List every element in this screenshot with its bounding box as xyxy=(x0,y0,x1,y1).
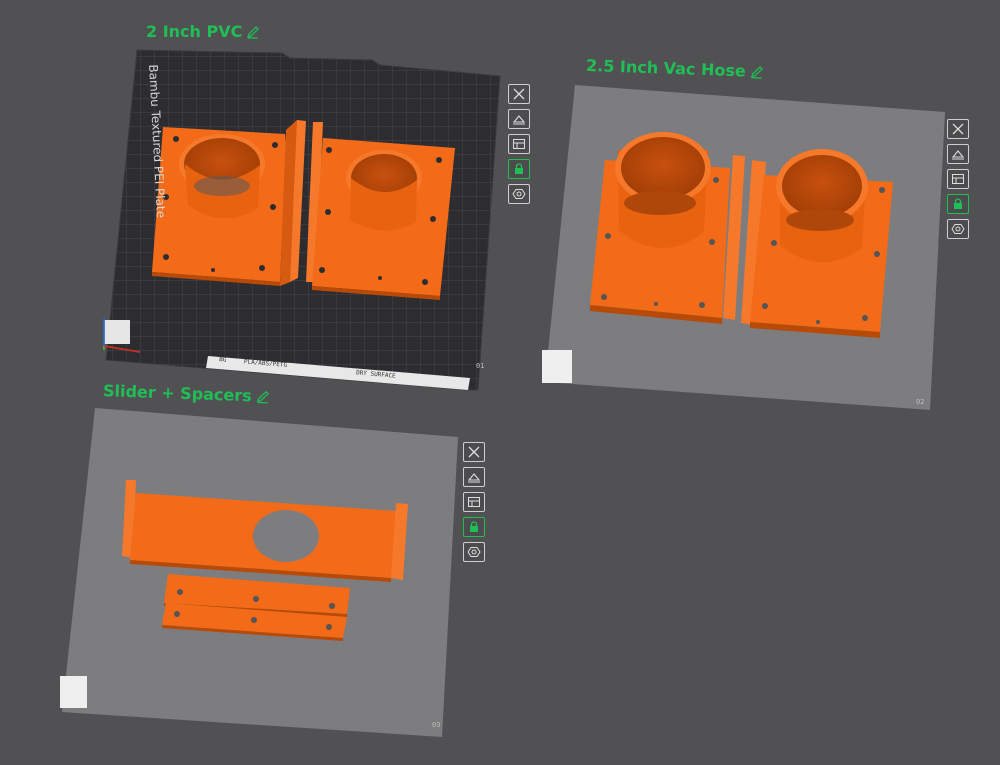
plate-1-number: 01 xyxy=(476,362,485,370)
part-flange-right-1[interactable] xyxy=(306,122,455,300)
edit-pencil-icon[interactable] xyxy=(750,64,764,79)
lock-plate-button[interactable] xyxy=(463,517,485,537)
plate-1[interactable] xyxy=(103,49,501,391)
arrange-icon xyxy=(952,174,964,184)
arrange-icon xyxy=(513,139,525,149)
lock-icon xyxy=(515,163,523,174)
lock-plate-button[interactable] xyxy=(508,159,530,179)
arrange-button[interactable] xyxy=(463,492,485,512)
close-x-icon xyxy=(513,88,525,100)
settings-icon xyxy=(467,547,481,557)
plate-2[interactable] xyxy=(542,85,945,410)
plate-2-number: 02 xyxy=(916,398,925,406)
close-x-icon xyxy=(952,123,964,135)
auto-orient-icon xyxy=(467,473,481,483)
edit-pencil-icon[interactable] xyxy=(246,25,260,39)
settings-icon xyxy=(512,189,526,199)
plate-settings-button[interactable] xyxy=(947,219,969,239)
plate-3-toolbar xyxy=(463,442,485,562)
remove-plate-button[interactable] xyxy=(463,442,485,462)
auto-orient-button[interactable] xyxy=(947,144,969,164)
plate-1-toolbar xyxy=(508,84,530,204)
auto-orient-button[interactable] xyxy=(508,109,530,129)
arrange-button[interactable] xyxy=(947,169,969,189)
bed-strip-code: BG xyxy=(218,356,227,364)
arrange-icon xyxy=(468,497,480,507)
settings-icon xyxy=(951,224,965,234)
auto-orient-icon xyxy=(951,150,965,160)
origin-marker xyxy=(60,676,87,708)
remove-plate-button[interactable] xyxy=(508,84,530,104)
plate-3-number: 03 xyxy=(432,721,441,729)
edit-pencil-icon[interactable] xyxy=(255,389,269,403)
plate-settings-button[interactable] xyxy=(463,542,485,562)
origin-marker xyxy=(542,350,572,383)
lock-icon xyxy=(954,198,962,209)
auto-orient-icon xyxy=(512,115,526,125)
plate-3[interactable] xyxy=(60,408,458,737)
close-x-icon xyxy=(468,446,480,458)
plate-2-toolbar xyxy=(947,119,969,239)
arrange-button[interactable] xyxy=(508,134,530,154)
part-flange-left-1[interactable] xyxy=(152,120,306,286)
plate-1-name[interactable]: 2 Inch PVC xyxy=(146,22,260,41)
lock-plate-button[interactable] xyxy=(947,194,969,214)
auto-orient-button[interactable] xyxy=(463,467,485,487)
remove-plate-button[interactable] xyxy=(947,119,969,139)
origin-marker xyxy=(104,320,130,344)
lock-icon xyxy=(470,521,478,532)
plate-settings-button[interactable] xyxy=(508,184,530,204)
plate-1-label: 2 Inch PVC xyxy=(146,22,243,41)
